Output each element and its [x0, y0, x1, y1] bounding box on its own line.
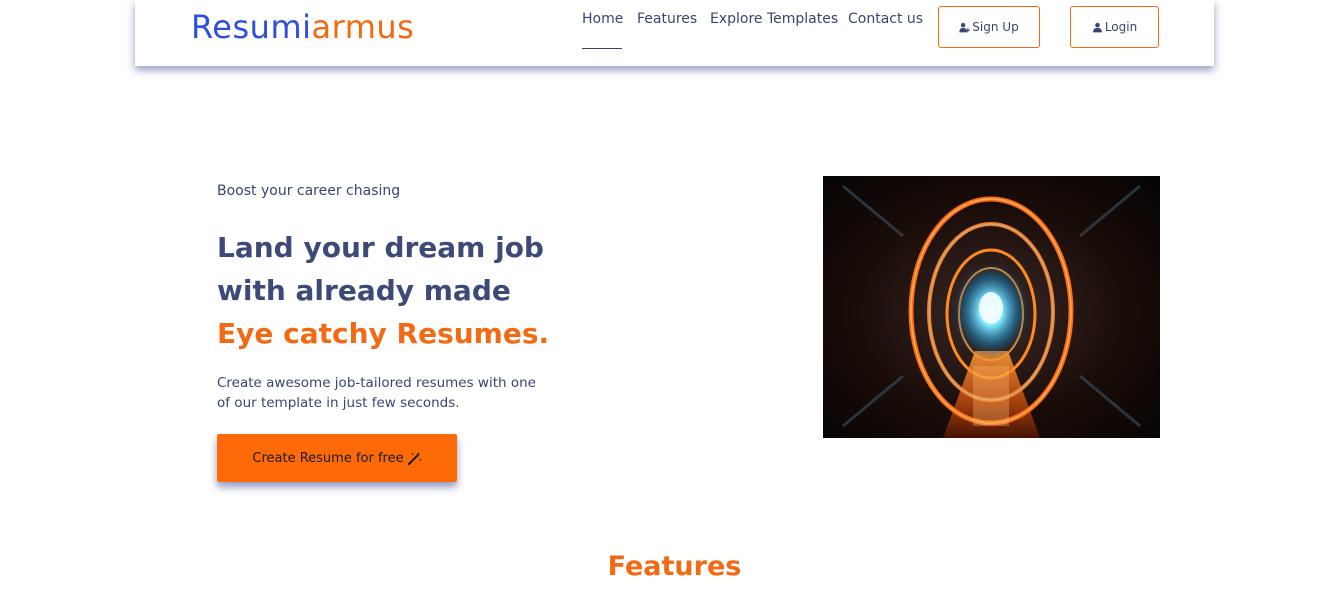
hero-eyebrow: Boost your career chasing [217, 183, 401, 199]
top-navbar: Resumiarmus Home Features Explore Templa… [135, 0, 1214, 66]
user-plus-icon [959, 22, 971, 32]
brand-logo-part1: Resumi [191, 8, 312, 46]
create-resume-button-label: Create Resume for free [252, 450, 404, 466]
features-heading: Features [607, 551, 742, 582]
signup-button[interactable]: Sign Up [938, 6, 1040, 48]
create-resume-button[interactable]: Create Resume for free [217, 434, 457, 482]
signup-button-label: Sign Up [972, 20, 1019, 34]
hero-headline-line1: Land your dream job [217, 231, 544, 264]
brand-logo-part2: armus [311, 8, 415, 46]
hero-description: Create awesome job-tailored resumes with… [217, 375, 536, 411]
nav-link-features[interactable]: Features [637, 11, 697, 27]
hero-headline-line2: with already made [217, 274, 511, 307]
magic-wand-icon [407, 451, 422, 465]
login-button-label: Login [1104, 20, 1138, 34]
neon-portal-tunnel-image [823, 176, 1160, 438]
hero-headline: Land your dream job with already made Ey… [217, 226, 549, 355]
user-icon [1092, 22, 1102, 32]
nav-link-contact-us[interactable]: Contact us [848, 11, 923, 27]
nav-link-explore-templates[interactable]: Explore Templates [710, 11, 838, 27]
login-button[interactable]: Login [1070, 6, 1159, 48]
hero-headline-accent: Eye catchy Resumes. [217, 317, 550, 350]
active-nav-indicator [582, 48, 622, 49]
nav-link-home[interactable]: Home [582, 11, 623, 27]
brand-logo[interactable]: Resumiarmus [191, 8, 414, 46]
